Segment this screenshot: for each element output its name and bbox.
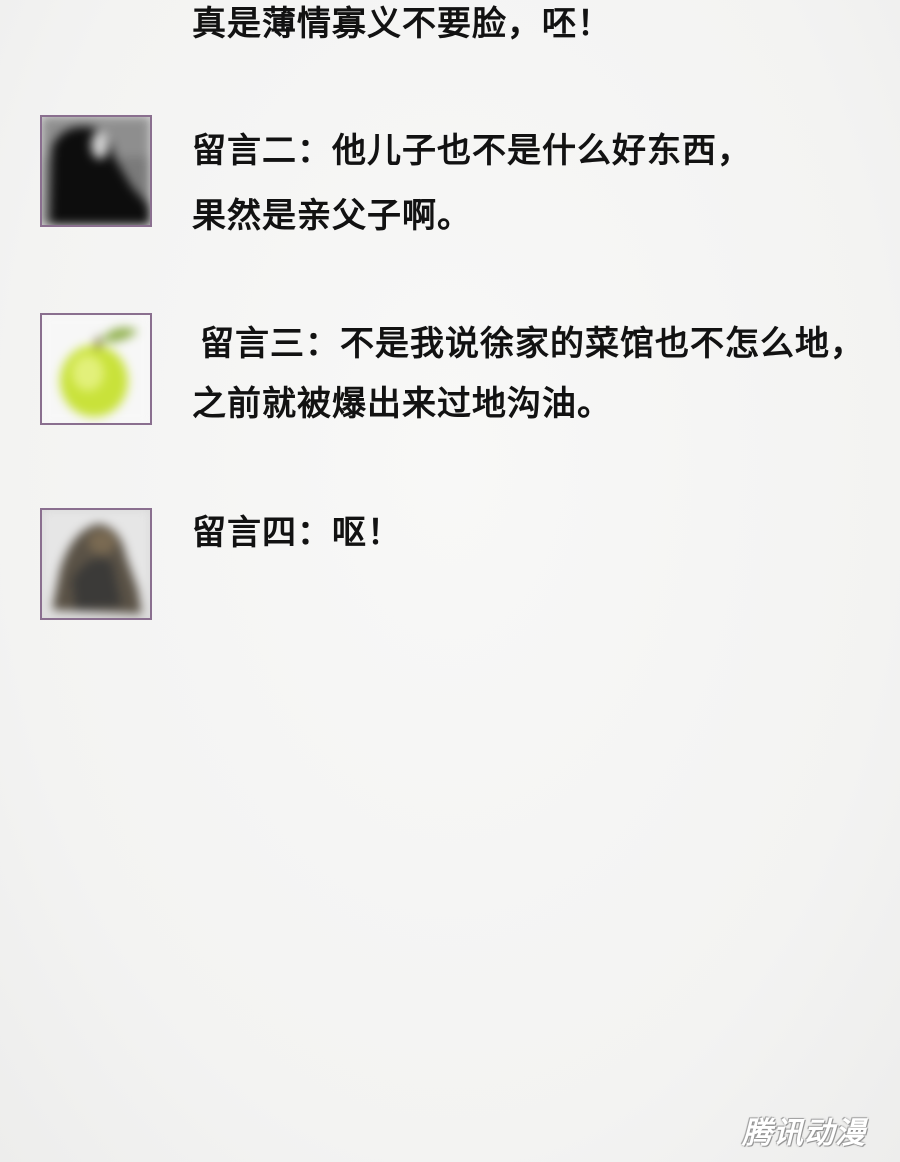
comment-three-line-2: 之前就被爆出来过地沟油。 <box>192 384 612 424</box>
comic-panel: 真是薄情寡义不要脸，呸！ 留言二：他儿子也不是什么好东西， 果然是亲父子啊。 留… <box>0 0 900 1162</box>
top-comment-text: 真是薄情寡义不要脸，呸！ <box>192 4 612 44</box>
publisher-watermark: 腾讯动漫 <box>742 1116 866 1151</box>
comment-two-line-1: 留言二：他儿子也不是什么好东西， <box>192 131 752 171</box>
green-apple-avatar-icon <box>40 313 152 425</box>
comment-two-line-2: 果然是亲父子啊。 <box>192 196 472 236</box>
rocky-figure-avatar-icon <box>40 508 152 620</box>
comment-three-line-1: 留言三：不是我说徐家的菜馆也不怎么地， <box>200 324 865 364</box>
comment-four-line-1: 留言四：呕！ <box>192 513 402 553</box>
dark-portrait-avatar-icon <box>40 115 152 227</box>
